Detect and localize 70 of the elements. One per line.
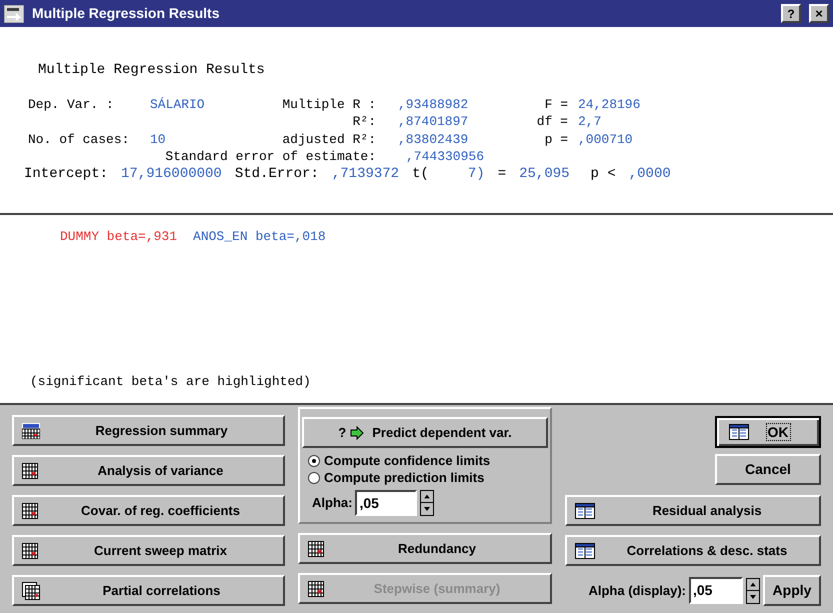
alpha-display-spinner[interactable] bbox=[746, 578, 760, 604]
action-button[interactable]: Redundancy bbox=[298, 533, 552, 564]
stat-value: 24,28196 bbox=[577, 96, 642, 113]
arrow-icon bbox=[350, 426, 364, 440]
stat-label: = bbox=[498, 166, 506, 183]
summary-grid-icon bbox=[22, 422, 40, 438]
stat-label: Intercept: bbox=[24, 166, 108, 183]
stat-label: F = bbox=[544, 96, 568, 113]
stat-value: ,7139372 bbox=[332, 166, 400, 183]
stat-label: df = bbox=[536, 113, 568, 130]
stat-value: ,93488982 bbox=[398, 96, 470, 113]
stat-value: SÁLARIO bbox=[150, 96, 206, 113]
close-button[interactable]: × bbox=[809, 4, 829, 23]
grid-icon bbox=[308, 580, 324, 596]
table-icon bbox=[575, 542, 595, 558]
question-mark-icon: ? bbox=[338, 422, 346, 442]
stat-value: ,000710 bbox=[577, 130, 634, 148]
radio-button[interactable] bbox=[308, 472, 320, 484]
help-button[interactable]: ? bbox=[781, 4, 801, 23]
action-button[interactable]: Regression summary bbox=[12, 415, 285, 446]
apply-button[interactable]: Apply bbox=[763, 575, 821, 606]
app-icon bbox=[4, 4, 24, 22]
beta-value: DUMMY beta=,931 bbox=[60, 228, 178, 246]
stat-value: ,87401897 bbox=[398, 113, 470, 130]
stat-label: Multiple R : bbox=[281, 96, 376, 113]
beta-value: ANOS_EN beta=,018 bbox=[193, 228, 326, 246]
alpha-display-field[interactable]: ,05 bbox=[689, 577, 743, 604]
action-button[interactable]: Current sweep matrix bbox=[12, 535, 285, 566]
stat-label: Standard error of estimate: bbox=[164, 148, 376, 166]
radio-option[interactable]: Compute confidence limits bbox=[308, 452, 548, 469]
action-button[interactable]: Correlations & desc. stats bbox=[565, 535, 821, 566]
action-button[interactable]: Residual analysis bbox=[565, 495, 821, 526]
table-icon bbox=[729, 424, 749, 440]
alpha-label: Alpha: bbox=[312, 494, 352, 512]
alpha-spinner[interactable] bbox=[420, 490, 434, 516]
stat-value: 25,095 bbox=[519, 166, 570, 183]
stacked-grid-icon bbox=[22, 582, 40, 600]
results-heading: Multiple Regression Results bbox=[38, 62, 265, 80]
stat-value: ,0000 bbox=[628, 166, 671, 183]
radio-option[interactable]: Compute prediction limits bbox=[308, 469, 548, 486]
grid-icon bbox=[22, 542, 38, 558]
stat-label: R²: bbox=[352, 113, 376, 130]
table-icon bbox=[575, 502, 595, 518]
stat-value: ,744330956 bbox=[405, 148, 486, 166]
stat-value: ,83802439 bbox=[398, 130, 470, 148]
alpha-display-label: Alpha (display): bbox=[588, 582, 686, 600]
cancel-button[interactable]: Cancel bbox=[715, 454, 821, 485]
stat-value: 2,7 bbox=[577, 113, 602, 130]
ok-button[interactable]: OK bbox=[715, 416, 821, 448]
action-button[interactable]: Covar. of reg. coefficients bbox=[12, 495, 285, 526]
grid-icon bbox=[22, 462, 38, 478]
stat-label: Std.Error: bbox=[234, 166, 319, 183]
stat-value: 17,916000000 bbox=[121, 166, 222, 183]
stat-label: adjusted R²: bbox=[281, 130, 376, 148]
radio-button[interactable] bbox=[308, 454, 320, 466]
stat-label: No. of cases: bbox=[28, 130, 130, 148]
stat-label: Dep. Var. : bbox=[28, 96, 115, 113]
stat-label: p = bbox=[544, 130, 568, 148]
alpha-field[interactable]: ,05 bbox=[355, 490, 418, 516]
stat-value: 7) bbox=[468, 166, 485, 183]
grid-icon bbox=[22, 502, 38, 518]
stat-label: t( bbox=[412, 166, 429, 183]
action-button[interactable]: Partial correlations bbox=[12, 575, 285, 606]
window-title: Multiple Regression Results bbox=[32, 4, 220, 23]
beta-note: (significant beta's are highlighted) bbox=[30, 372, 311, 390]
stat-label: p < bbox=[590, 166, 616, 183]
action-button[interactable]: Analysis of variance bbox=[12, 455, 285, 486]
predict-button[interactable]: ? Predict dependent var. bbox=[302, 417, 548, 448]
stat-value: 10 bbox=[150, 130, 167, 148]
grid-icon bbox=[308, 540, 324, 556]
